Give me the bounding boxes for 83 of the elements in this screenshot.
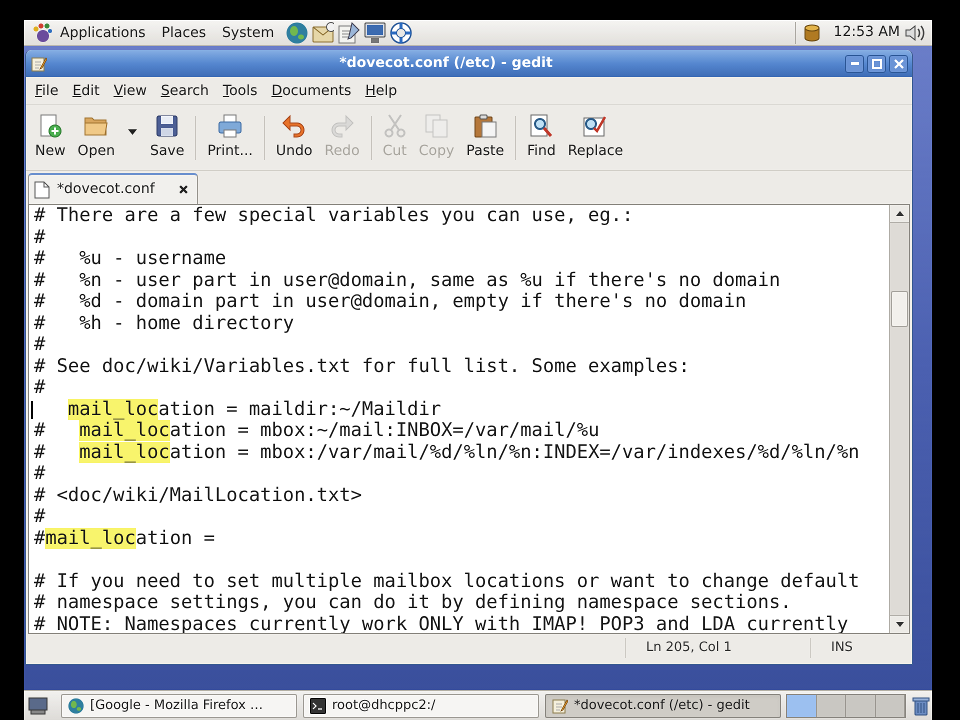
menu-item[interactable]: Places [154, 22, 214, 42]
monitor-icon[interactable] [364, 22, 386, 44]
code-line: # %d - domain part in user@domain, empty if there's no domain [34, 291, 746, 312]
undo-arrow-icon [282, 114, 306, 138]
code-line: # namespace settings, you can do it by defining namespace sections. [34, 592, 792, 613]
globe-icon [68, 698, 84, 714]
magnifier-tick-icon [583, 114, 608, 138]
code-line: # %h - home directory [34, 312, 294, 334]
code-line: # There are a few special variables you can use, eg.: [34, 205, 634, 226]
toolbar-button[interactable]: Find [521, 108, 562, 168]
code-line: # See doc/wiki/Variables.txt for full list. Some examples: [34, 356, 690, 376]
up-arrow-icon [896, 211, 904, 216]
code-line: mail_location = maildir:~/Maildir [66, 398, 442, 420]
code-line: # [34, 506, 46, 527]
menu-item[interactable]: Documents [264, 80, 358, 100]
new-document-icon [38, 114, 62, 138]
notepad-icon [552, 698, 568, 714]
code-line: # %n - user part in user@domain, same as %u if there's no domain [34, 270, 780, 290]
menu-item[interactable]: System [214, 22, 282, 42]
close-icon [894, 58, 904, 68]
scissors-icon [382, 114, 407, 138]
code-line: # <doc/wiki/MailLocation.txt> [34, 484, 362, 506]
maximize-icon [872, 58, 882, 68]
menu-item[interactable]: Edit [65, 80, 107, 100]
copy-pages-icon [424, 114, 449, 138]
insert-mode-indicator: INS [810, 638, 910, 658]
window-title: *dovecot.conf (/etc) - gedit [338, 54, 554, 73]
scroll-up-button[interactable] [890, 205, 909, 223]
code-line: # If you need to set multiple mailbox locations or want to change default [34, 570, 860, 592]
down-arrow-icon [896, 622, 904, 627]
code-line: # [34, 334, 46, 355]
menu-item[interactable]: Help [358, 80, 404, 100]
close-button[interactable] [889, 54, 908, 72]
menu-item[interactable]: Tools [216, 80, 264, 100]
taskbar-button[interactable]: root@dhcppc2:/ [303, 694, 539, 718]
caret-icon[interactable] [128, 129, 137, 135]
toolbar-button[interactable]: New [29, 108, 72, 168]
code-line: # mail_location = mbox:/var/mail/%d/%ln/%n:INDEX=/var/indexes/%d/%ln/%n [34, 442, 860, 462]
desktop-icon[interactable] [28, 696, 48, 714]
toolbar-button[interactable]: Print... [201, 108, 259, 168]
editor-area[interactable] [29, 205, 889, 633]
paw-icon[interactable] [32, 22, 52, 42]
clock[interactable]: 12:53 AM [834, 22, 900, 43]
document-icon [34, 180, 50, 198]
menu-item[interactable]: Search [154, 80, 216, 100]
envelope-icon[interactable] [312, 22, 334, 44]
terminal-icon [310, 698, 326, 714]
toolbar-button[interactable]: Replace [562, 108, 630, 168]
menu-item[interactable]: View [106, 80, 154, 100]
printer-icon [218, 114, 242, 138]
code-line: # %u - username [34, 248, 226, 269]
speaker-icon[interactable] [905, 24, 925, 42]
trash-icon[interactable] [912, 696, 930, 716]
magnifier-page-icon [529, 114, 554, 138]
toolbar-button[interactable]: Paste [460, 108, 510, 168]
toolbar-button[interactable]: Undo [270, 108, 318, 168]
scroll-down-button[interactable] [890, 615, 909, 633]
globe-icon[interactable] [286, 22, 308, 44]
close-icon[interactable] [179, 185, 188, 194]
toolbar-button[interactable]: Open [72, 108, 121, 168]
notepad-icon[interactable] [338, 22, 360, 44]
toolbar-button[interactable]: Save [144, 108, 190, 168]
vertical-scrollbar[interactable] [889, 205, 909, 633]
cursor-position: Ln 205, Col 1 [625, 638, 810, 658]
canister-icon[interactable] [804, 24, 820, 42]
minimize-icon [850, 62, 858, 65]
clipboard-icon [473, 114, 498, 138]
code-line: # [34, 226, 46, 248]
menu-item[interactable]: File [28, 80, 66, 100]
redo-arrow-icon [330, 114, 354, 138]
minimize-button[interactable] [845, 54, 864, 72]
code-line: # [34, 377, 46, 398]
taskbar-button[interactable]: [Google - Mozilla Firefox … [61, 694, 297, 718]
notepad-icon [31, 56, 47, 72]
lifebuoy-icon[interactable] [390, 22, 412, 44]
scrollbar-thumb[interactable] [891, 291, 908, 327]
code-line: # mail_location = mbox:~/mail:INBOX=/var/mail/%u [34, 420, 600, 441]
maximize-button[interactable] [867, 54, 886, 72]
taskbar-button[interactable]: *dovecot.conf (/etc) - gedit [545, 694, 781, 718]
code-line: #mail_location = [34, 528, 215, 548]
document-tab[interactable]: *dovecot.conf [28, 173, 198, 204]
menu-item[interactable]: Applications [52, 22, 154, 42]
code-line: # [34, 463, 46, 484]
